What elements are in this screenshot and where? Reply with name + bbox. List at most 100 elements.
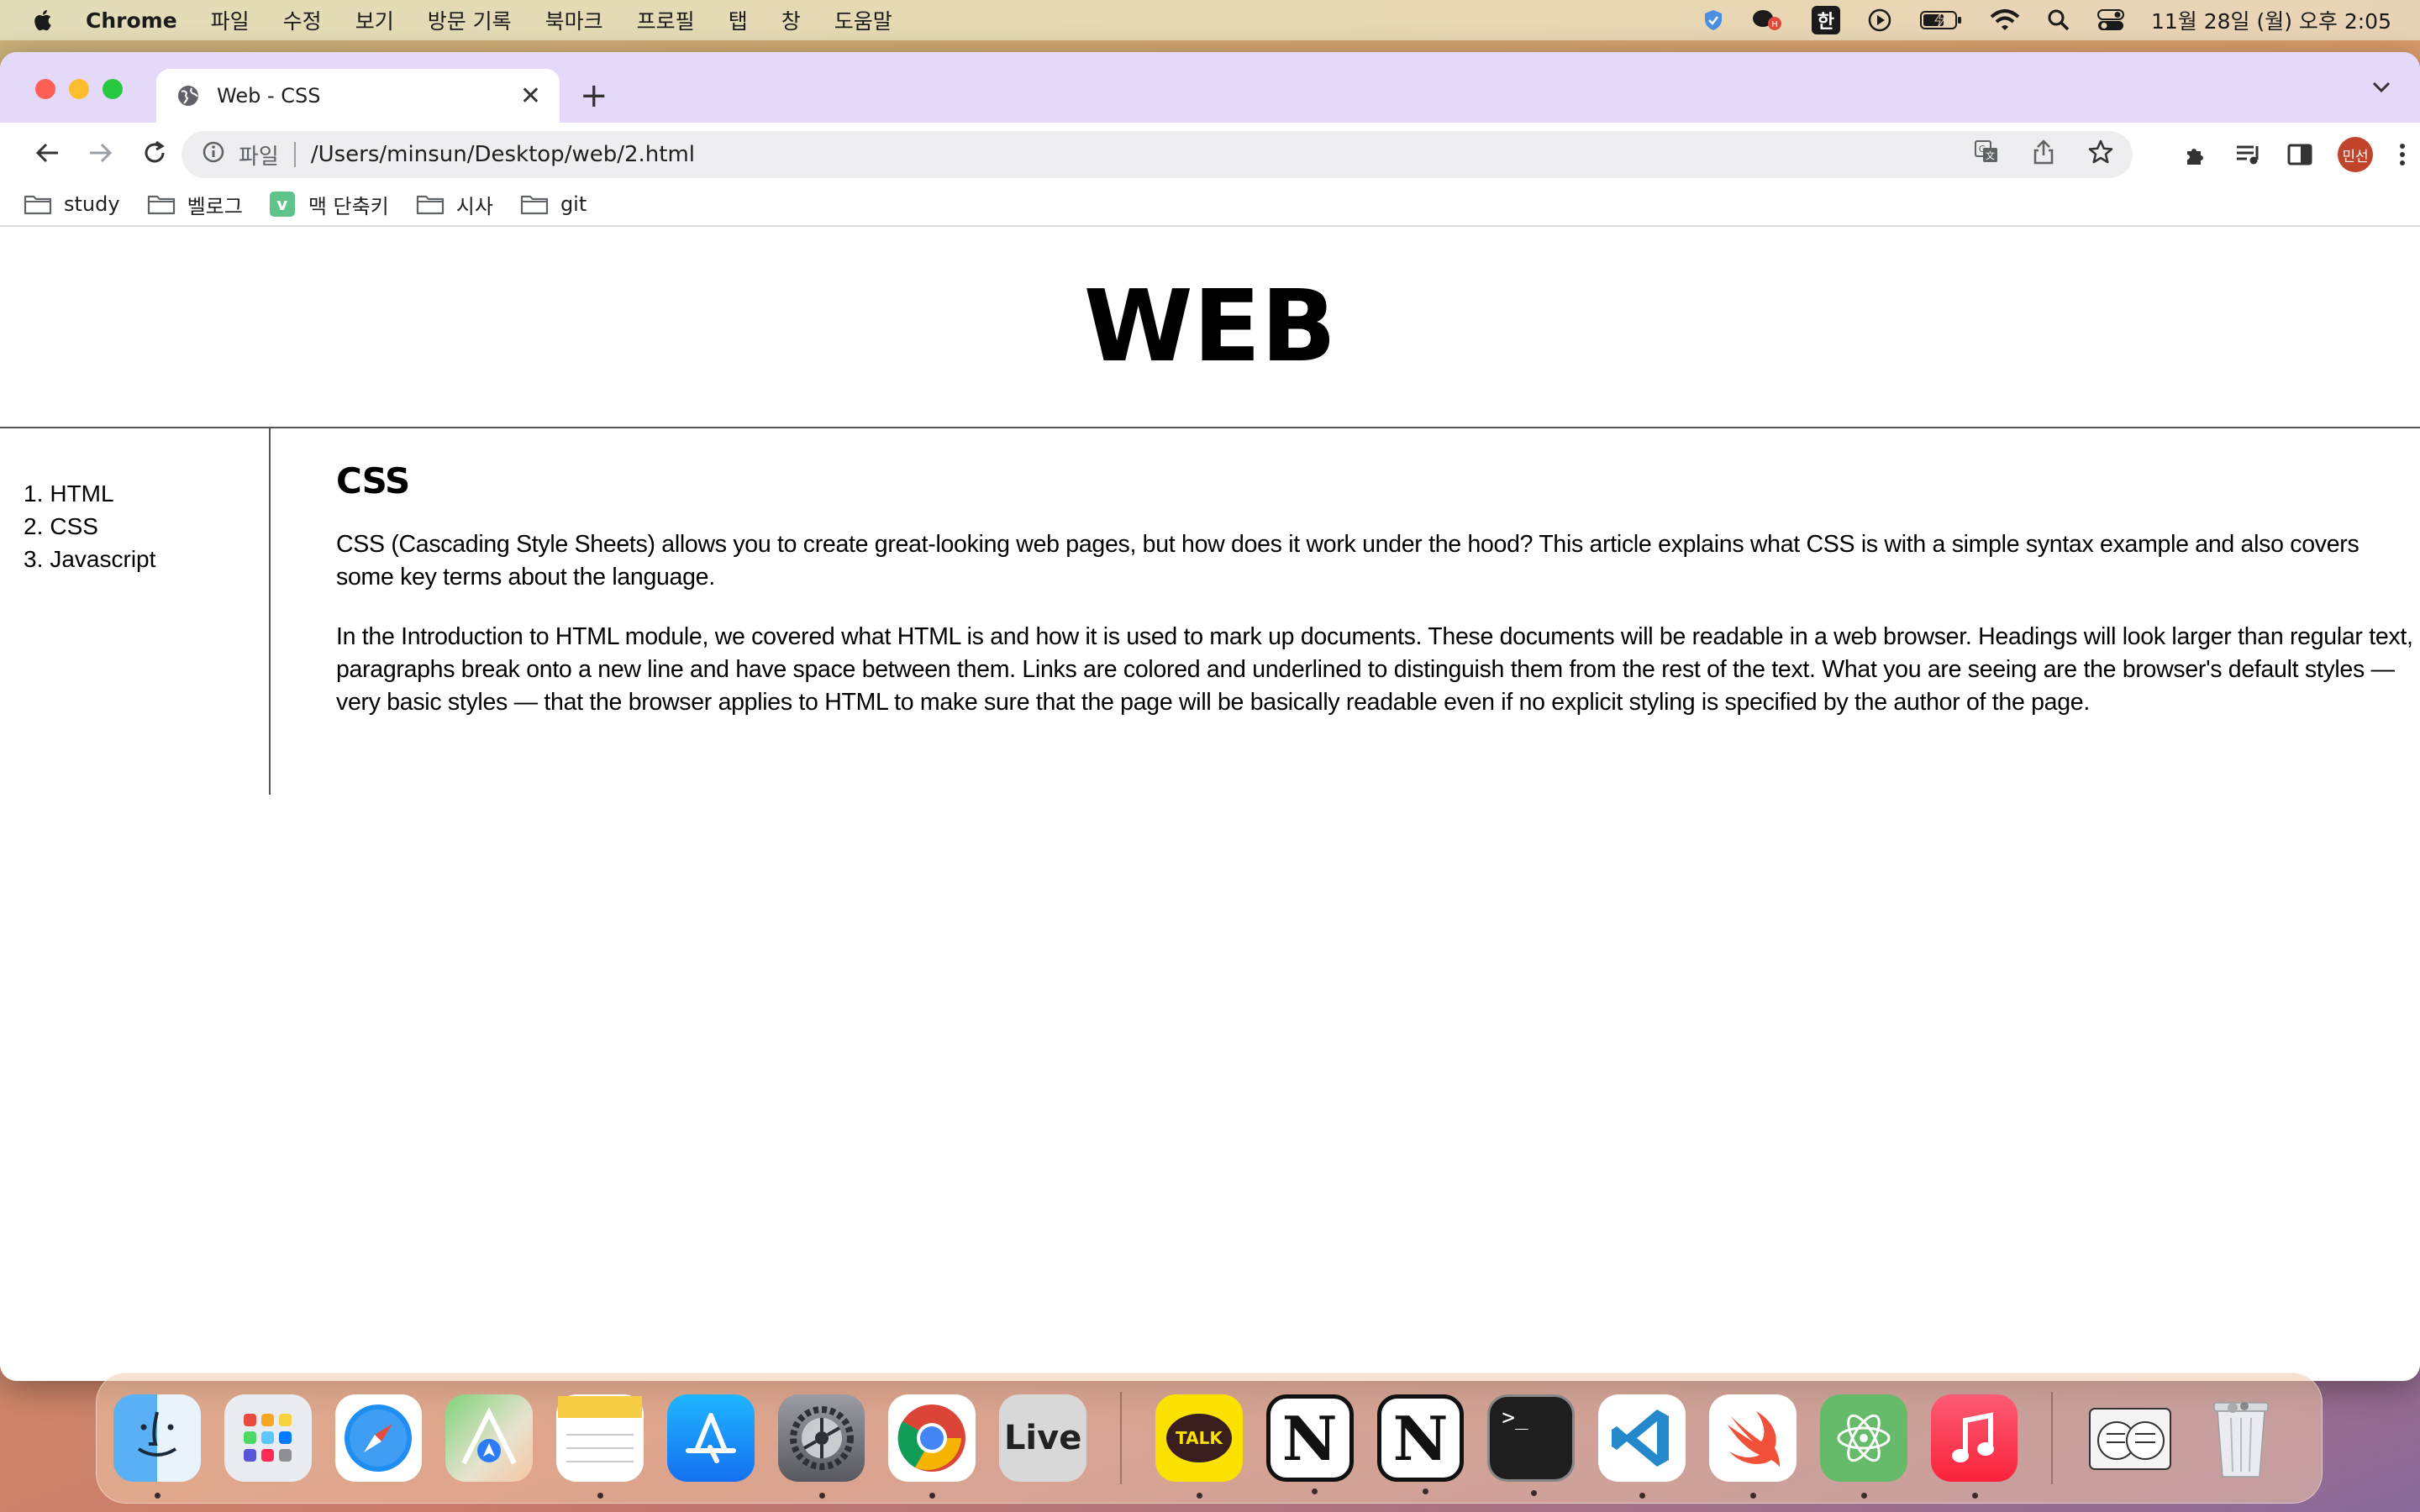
running-indicator bbox=[1639, 1493, 1646, 1499]
downloads-stack-icon[interactable] bbox=[2086, 1394, 2174, 1482]
atom-icon[interactable] bbox=[1819, 1394, 1907, 1499]
live-app-icon[interactable]: Live bbox=[999, 1394, 1087, 1482]
bookmark-label: study bbox=[64, 192, 120, 216]
running-indicator bbox=[929, 1493, 936, 1499]
terminal-prompt: >_ bbox=[1502, 1405, 1528, 1431]
chat-status-icon[interactable]: H bbox=[1751, 7, 1785, 34]
notes-icon[interactable] bbox=[556, 1394, 644, 1499]
wifi-icon[interactable] bbox=[1990, 8, 2020, 32]
clock[interactable]: 11월 28일 (월) 오후 2:05 bbox=[2151, 5, 2391, 35]
notion-icon[interactable]: N bbox=[1376, 1394, 1465, 1494]
share-icon[interactable] bbox=[2032, 139, 2055, 171]
menu-bookmarks[interactable]: 북마크 bbox=[545, 5, 603, 35]
music-icon[interactable] bbox=[1930, 1394, 2018, 1499]
address-bar[interactable]: 파일 /Users/minsun/Desktop/web/2.html 文G bbox=[182, 131, 2133, 178]
battery-icon[interactable] bbox=[1919, 9, 1963, 31]
folder-icon bbox=[24, 195, 52, 215]
browser-toolbar: 파일 /Users/minsun/Desktop/web/2.html 文G 민… bbox=[0, 123, 2420, 183]
reload-icon[interactable] bbox=[128, 140, 182, 165]
web-page: WEB 1. HTML 2. CSS 3. Javascript CSS CSS (C… bbox=[0, 227, 2420, 1379]
bookmark-folder-study[interactable]: study bbox=[24, 192, 120, 216]
running-indicator bbox=[1422, 1488, 1428, 1494]
safari-icon[interactable] bbox=[334, 1394, 423, 1482]
folder-icon bbox=[416, 195, 444, 215]
launchpad-icon[interactable] bbox=[224, 1394, 312, 1482]
kakaotalk-label: TALK bbox=[1176, 1428, 1223, 1448]
swift-playgrounds-icon[interactable] bbox=[1708, 1394, 1797, 1499]
address-scheme-label: 파일 bbox=[239, 144, 279, 170]
extensions-puzzle-icon[interactable] bbox=[2183, 141, 2210, 168]
nav-item-css[interactable]: 2. CSS bbox=[24, 510, 269, 543]
kakaotalk-icon[interactable]: TALK bbox=[1155, 1394, 1243, 1499]
macos-dock: Live TALK N N >_ bbox=[96, 1373, 2323, 1504]
maps-icon[interactable] bbox=[445, 1394, 534, 1482]
close-window-button[interactable] bbox=[35, 79, 55, 99]
globe-icon bbox=[176, 84, 200, 108]
finder-icon[interactable] bbox=[113, 1394, 201, 1499]
forward-arrow-icon[interactable] bbox=[74, 141, 128, 165]
menu-app-name[interactable]: Chrome bbox=[86, 8, 177, 33]
nav-item-html[interactable]: 1. HTML bbox=[24, 477, 269, 510]
toolbar-right: 민선 bbox=[2158, 131, 2407, 178]
new-tab-button[interactable]: + bbox=[580, 77, 608, 114]
bookmark-mac-shortcuts[interactable]: v 맥 단축키 bbox=[269, 190, 389, 219]
minimize-window-button[interactable] bbox=[69, 79, 89, 99]
back-arrow-icon[interactable] bbox=[20, 141, 74, 165]
bookmark-folder-velog[interactable]: 벨로그 bbox=[147, 190, 243, 219]
info-icon[interactable] bbox=[202, 140, 225, 170]
menu-edit[interactable]: 수정 bbox=[283, 5, 322, 35]
bookmark-label: git bbox=[560, 192, 587, 216]
page-content: 1. HTML 2. CSS 3. Javascript CSS CSS (Casca… bbox=[0, 428, 2420, 795]
macos-menu-bar: Chrome 파일 수정 보기 방문 기록 북마크 프로필 탭 창 도움말 H … bbox=[0, 0, 2420, 40]
nav-link-css[interactable]: CSS bbox=[50, 513, 98, 539]
chrome-icon[interactable] bbox=[888, 1394, 976, 1499]
notion-icon[interactable]: N bbox=[1265, 1394, 1354, 1494]
article-paragraph: CSS (Cascading Style Sheets) allows you … bbox=[336, 531, 2360, 591]
menu-tab[interactable]: 탭 bbox=[729, 5, 748, 35]
bookmark-label: 벨로그 bbox=[187, 194, 243, 218]
trash-icon[interactable] bbox=[2197, 1394, 2285, 1482]
nav-list: 1. HTML 2. CSS 3. Javascript bbox=[24, 477, 269, 575]
menu-history[interactable]: 방문 기록 bbox=[428, 5, 512, 35]
input-method-badge[interactable]: 한 bbox=[1811, 6, 1840, 34]
nav-link-html[interactable]: HTML bbox=[50, 480, 113, 507]
address-divider bbox=[293, 142, 296, 167]
translate-icon[interactable]: 文G bbox=[1973, 139, 2000, 171]
bookmark-folder-git[interactable]: git bbox=[520, 192, 587, 216]
chevron-down-icon[interactable] bbox=[2371, 81, 2391, 97]
menu-bar-left: Chrome 파일 수정 보기 방문 기록 북마크 프로필 탭 창 도움말 bbox=[32, 5, 926, 35]
shield-icon[interactable] bbox=[1702, 8, 1724, 32]
bookmark-folder-news[interactable]: 시사 bbox=[416, 190, 493, 219]
control-center-icon[interactable] bbox=[2096, 8, 2124, 32]
menu-view[interactable]: 보기 bbox=[355, 5, 394, 35]
terminal-icon[interactable]: >_ bbox=[1487, 1394, 1576, 1496]
spotlight-search-icon[interactable] bbox=[2047, 8, 2070, 32]
app-store-icon[interactable] bbox=[666, 1394, 755, 1482]
site-title[interactable]: WEB bbox=[0, 227, 2420, 428]
address-url[interactable]: /Users/minsun/Desktop/web/2.html bbox=[311, 142, 1941, 167]
nav-item-javascript[interactable]: 3. Javascript bbox=[24, 543, 269, 575]
vscode-icon[interactable] bbox=[1598, 1394, 1686, 1499]
bookmark-star-icon[interactable] bbox=[2087, 139, 2114, 171]
tab-web-css[interactable]: Web - CSS ✕ bbox=[156, 69, 560, 123]
media-queue-icon[interactable] bbox=[2235, 143, 2262, 166]
profile-avatar[interactable]: 민선 bbox=[2338, 137, 2373, 172]
running-indicator bbox=[1749, 1493, 1756, 1499]
menu-bar-right: H 한 11월 28일 (월) 오후 2:05 bbox=[1676, 5, 2391, 35]
nav-link-javascript[interactable]: Javascript bbox=[50, 546, 155, 572]
maximize-window-button[interactable] bbox=[103, 79, 123, 99]
menu-window[interactable]: 창 bbox=[781, 5, 801, 35]
svg-text:H: H bbox=[1771, 20, 1778, 29]
system-settings-icon[interactable] bbox=[777, 1394, 865, 1499]
more-menu-icon[interactable] bbox=[2398, 142, 2407, 167]
menu-help[interactable]: 도움말 bbox=[834, 5, 892, 35]
side-panel-icon[interactable] bbox=[2287, 143, 2312, 166]
running-indicator bbox=[818, 1493, 825, 1499]
menu-profiles[interactable]: 프로필 bbox=[637, 5, 695, 35]
page-nav: 1. HTML 2. CSS 3. Javascript bbox=[0, 428, 271, 795]
play-icon[interactable] bbox=[1867, 8, 1892, 33]
apple-icon[interactable] bbox=[32, 8, 52, 32]
running-indicator bbox=[1311, 1488, 1318, 1494]
close-tab-icon[interactable]: ✕ bbox=[520, 81, 541, 111]
menu-file[interactable]: 파일 bbox=[211, 5, 250, 35]
